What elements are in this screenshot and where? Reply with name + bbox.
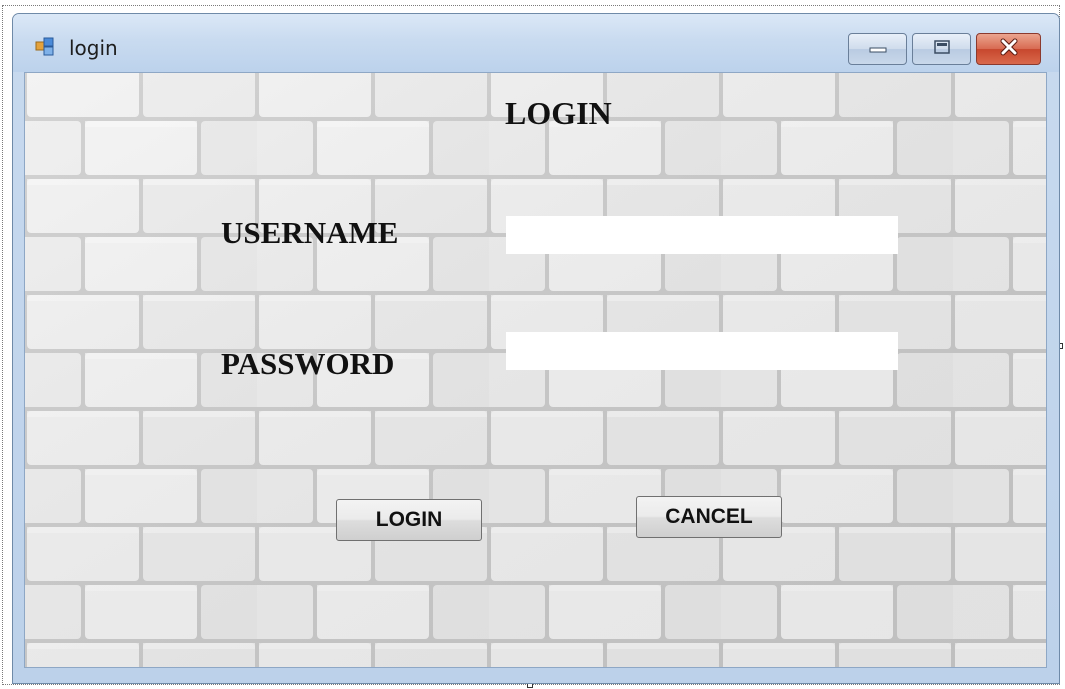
minimize-icon (867, 40, 889, 59)
brick-wall-background (25, 73, 1046, 667)
login-window: login LOGIN USERNAME PASSWORD LOGIN CANC… (12, 13, 1060, 684)
username-input[interactable] (506, 216, 898, 254)
login-heading: LOGIN (505, 95, 612, 131)
maximize-icon (931, 38, 953, 61)
login-button[interactable]: LOGIN (336, 499, 482, 541)
minimize-button[interactable] (848, 33, 907, 65)
title-bar[interactable]: login (13, 14, 1059, 72)
form-client-area: LOGIN USERNAME PASSWORD LOGIN CANCEL (24, 72, 1047, 668)
password-input[interactable] (506, 332, 898, 370)
username-label: USERNAME (221, 215, 399, 250)
cancel-button[interactable]: CANCEL (636, 496, 782, 538)
form-icon (35, 37, 55, 57)
close-icon (998, 38, 1020, 61)
password-label: PASSWORD (221, 346, 395, 381)
window-title: login (69, 36, 118, 60)
close-button[interactable] (976, 33, 1041, 65)
maximize-button[interactable] (912, 33, 971, 65)
